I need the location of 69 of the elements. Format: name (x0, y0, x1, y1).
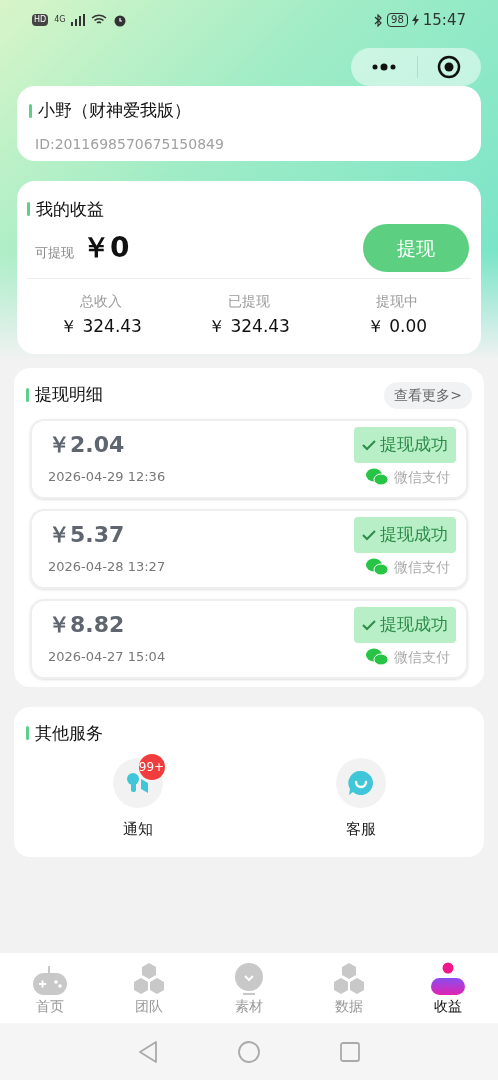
check-icon (362, 528, 376, 541)
withdraw-button[interactable]: 提现 (363, 224, 469, 272)
title-accent (26, 726, 29, 741)
title-accent (26, 388, 29, 402)
service-label: 通知 (122, 819, 153, 840)
tab-item[interactable]: 首页 (0, 953, 100, 1023)
withdrawal-time: 2026-04-27 15:04 (48, 648, 166, 667)
payment-method: 微信支付 (394, 647, 450, 667)
capsule-menu[interactable] (351, 48, 481, 86)
smile-chat-icon (346, 769, 375, 797)
alarm-icon (113, 13, 128, 27)
withdrawal-amount: ￥5.37 (48, 521, 125, 549)
tab-item[interactable]: 素材 (199, 953, 299, 1023)
section-title: 提现明细 (35, 383, 103, 407)
count-badge: 99+ (138, 754, 165, 780)
tab-item[interactable]: 团队 (99, 953, 200, 1023)
clock: 15:47 (422, 9, 466, 31)
tab-item[interactable]: 收益 (398, 953, 498, 1023)
available-label: 可提现 (35, 244, 74, 262)
person-icon (430, 962, 467, 996)
tab-item[interactable]: 数据 (298, 953, 399, 1023)
stat-label: 已提现 (228, 292, 270, 311)
home-icon[interactable] (238, 1040, 260, 1063)
withdrawal-record[interactable]: ￥2.04 提现成功 2026-04-29 12:36 微信支付 (30, 418, 468, 499)
user-id: ID:2011698570675150849 (34, 134, 225, 154)
signal-icon (71, 14, 86, 26)
withdrawal-amount: ￥8.82 (48, 611, 125, 639)
available-amount: ￥0 (82, 230, 130, 266)
section-title: 其他服务 (35, 721, 103, 745)
bluetooth-icon (374, 13, 384, 27)
battery-level: 98 (387, 13, 408, 27)
gamepad-icon (31, 964, 68, 996)
stat-value: ￥ 324.43 (60, 315, 142, 338)
payment-method: 微信支付 (394, 467, 450, 487)
view-more-button[interactable]: 查看更多> (384, 381, 472, 409)
section-title: 我的收益 (36, 197, 104, 221)
stat-value: ￥ 324.43 (208, 315, 290, 338)
charging-icon (411, 14, 419, 26)
back-icon[interactable] (138, 1040, 158, 1063)
check-icon (362, 618, 376, 631)
service-label: 客服 (345, 819, 376, 840)
withdrawal-time: 2026-04-28 13:27 (48, 558, 166, 577)
check-icon (362, 438, 376, 451)
section-title: 小野（财神爱我版） (38, 99, 191, 122)
status-text: 提现成功 (380, 612, 448, 636)
withdrawal-record[interactable]: ￥5.37 提现成功 2026-04-28 13:27 微信支付 (30, 508, 468, 589)
stat-label: 提现中 (376, 292, 418, 311)
payment-method: 微信支付 (394, 557, 450, 577)
network-label: 4G (54, 14, 66, 26)
title-accent (27, 202, 30, 217)
withdrawal-time: 2026-04-29 12:36 (48, 468, 166, 487)
service-button[interactable] (335, 758, 386, 808)
withdrawal-record[interactable]: ￥8.82 提现成功 2026-04-27 15:04 微信支付 (30, 598, 468, 679)
stat-value: ￥ 0.00 (366, 315, 428, 338)
close-target-icon[interactable] (437, 55, 462, 79)
status-text: 提现成功 (380, 522, 448, 546)
wifi-icon (91, 14, 108, 26)
title-accent (29, 103, 32, 118)
withdrawal-amount: ￥2.04 (48, 431, 125, 459)
chat-bubbles-icon (366, 648, 388, 666)
recents-icon[interactable] (340, 1041, 360, 1062)
chat-bubbles-icon (366, 468, 388, 486)
stat-label: 总收入 (80, 292, 122, 311)
status-text: 提现成功 (380, 432, 448, 456)
notice-icon (124, 770, 151, 796)
bulb-icon (233, 962, 265, 996)
hd-badge: HD (32, 14, 49, 26)
more-icon[interactable] (370, 63, 397, 71)
chat-bubbles-icon (366, 558, 388, 576)
